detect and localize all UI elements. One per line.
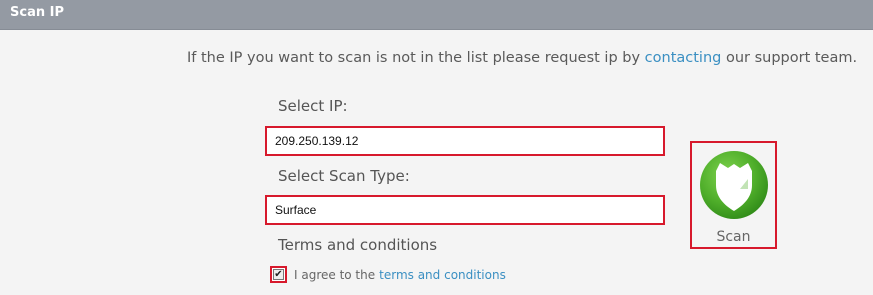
terms-link[interactable]: terms and conditions xyxy=(379,268,506,282)
scan-type-label: Select Scan Type: xyxy=(278,167,410,185)
terms-heading: Terms and conditions xyxy=(278,236,438,254)
notice-text-before: If the IP you want to scan is not in the… xyxy=(187,50,645,66)
notice-text: If the IP you want to scan is not in the… xyxy=(187,50,857,66)
shield-icon xyxy=(700,151,768,219)
panel-header: Scan IP xyxy=(0,0,873,30)
agree-text: I agree to the xyxy=(294,267,376,282)
notice-text-after: our support team. xyxy=(721,50,858,66)
scan-type-field[interactable] xyxy=(265,195,665,225)
scan-type-input[interactable] xyxy=(267,197,663,223)
ip-label: Select IP: xyxy=(278,97,348,115)
ip-field[interactable] xyxy=(265,126,665,156)
contacting-link[interactable]: contacting xyxy=(645,50,722,66)
ip-input[interactable] xyxy=(267,128,663,154)
scan-label: Scan xyxy=(716,229,751,245)
agree-checkbox[interactable]: ✔ xyxy=(273,269,284,280)
agree-checkbox-highlight: ✔ xyxy=(270,266,287,283)
agree-row: ✔ I agree to the terms and conditions xyxy=(270,266,506,283)
scan-button[interactable]: Scan xyxy=(690,141,777,249)
panel-title: Scan IP xyxy=(10,5,64,20)
